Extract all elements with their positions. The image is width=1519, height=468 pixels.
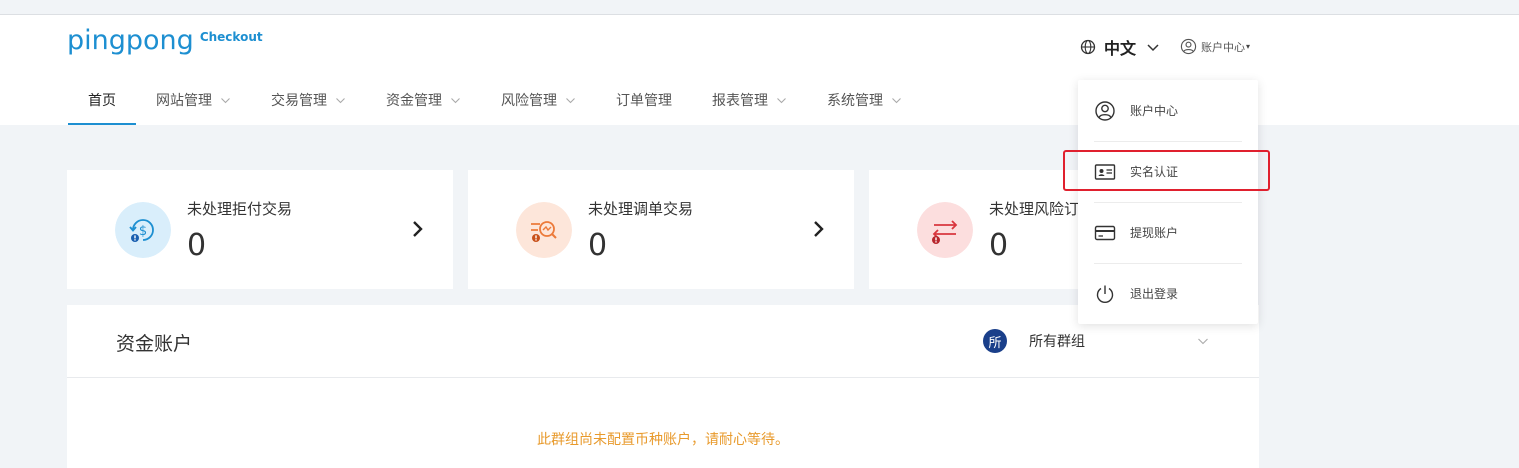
chevron-down-icon — [566, 97, 575, 103]
card-retrieval: 未处理调单交易 0 — [468, 170, 854, 289]
account-dropdown-menu: 账户中心 实名认证 提现账户 退出登录 — [1078, 80, 1258, 324]
empty-state-message: 此群组尚未配置币种账户，请耐心等待。 — [537, 432, 789, 448]
logo[interactable]: pingpong Checkout — [67, 25, 263, 57]
menu-item-label: 提现账户 — [1130, 226, 1179, 240]
menu-item-withdrawal-account[interactable]: 提现账户 — [1078, 202, 1258, 263]
chevron-down-icon — [451, 97, 460, 103]
card-value: 0 — [989, 228, 1009, 263]
chevron-right-icon[interactable] — [411, 220, 425, 238]
bank-card-icon — [1094, 225, 1116, 240]
language-label: 中文 — [1104, 39, 1137, 58]
user-circle-icon — [1095, 100, 1115, 121]
nav-item-funds[interactable]: 资金管理 — [366, 75, 481, 125]
menu-item-label: 账户中心 — [1130, 104, 1179, 118]
chevron-down-icon — [892, 97, 901, 103]
funds-account-panel: 资金账户 所 所有群组 此群组尚未配置币种账户，请耐心等待。 — [67, 305, 1259, 468]
card-value: 0 — [187, 228, 207, 263]
nav-item-website[interactable]: 网站管理 — [136, 75, 251, 125]
menu-item-logout[interactable]: 退出登录 — [1078, 263, 1258, 324]
chevron-down-icon — [336, 97, 345, 103]
chevron-down-icon — [1147, 44, 1159, 52]
main-nav: 首页 网站管理 交易管理 资金管理 风险管理 订单管理 报表管理 系统管理 — [68, 75, 922, 125]
card-title: 未处理拒付交易 — [187, 200, 293, 218]
power-icon — [1096, 285, 1114, 303]
retrieval-search-icon — [516, 202, 572, 258]
chargeback-dollar-icon: $ — [115, 202, 171, 258]
language-selector[interactable]: 中文 — [1080, 37, 1160, 58]
menu-item-label: 退出登录 — [1130, 287, 1179, 301]
user-circle-icon — [1180, 38, 1197, 55]
card-value: 0 — [588, 228, 608, 263]
caret-down-icon: ▾ — [1246, 42, 1251, 51]
header: pingpong Checkout 中文 账户中心 ▾ 首页 网站管理 交易管理… — [0, 15, 1519, 125]
highlight-annotation-box — [1063, 150, 1270, 191]
nav-item-home[interactable]: 首页 — [68, 75, 136, 125]
chevron-right-icon[interactable] — [812, 220, 826, 238]
logo-text: pingpong — [67, 25, 194, 56]
chevron-down-icon — [221, 97, 230, 103]
nav-item-risk[interactable]: 风险管理 — [481, 75, 596, 125]
account-center-label: 账户中心 — [1201, 40, 1245, 54]
panel-title: 资金账户 — [116, 333, 193, 355]
chevron-down-icon — [777, 97, 786, 103]
risk-exchange-icon — [917, 202, 973, 258]
nav-item-reports[interactable]: 报表管理 — [692, 75, 807, 125]
nav-item-orders[interactable]: 订单管理 — [596, 75, 692, 125]
logo-subtext: Checkout — [199, 30, 263, 44]
nav-item-system[interactable]: 系统管理 — [807, 75, 922, 125]
group-select[interactable]: 所有群组 — [1019, 323, 1209, 359]
group-select-value: 所有群组 — [1029, 334, 1085, 350]
nav-item-transactions[interactable]: 交易管理 — [251, 75, 366, 125]
account-center-trigger[interactable]: 账户中心 ▾ — [1180, 38, 1250, 55]
svg-text:$: $ — [139, 224, 147, 239]
group-badge: 所 — [983, 329, 1007, 353]
card-chargeback: $ 未处理拒付交易 0 — [67, 170, 453, 289]
chevron-down-icon — [1198, 338, 1208, 345]
globe-icon — [1080, 39, 1096, 55]
card-title: 未处理调单交易 — [588, 200, 694, 218]
menu-item-account-center[interactable]: 账户中心 — [1078, 80, 1258, 141]
